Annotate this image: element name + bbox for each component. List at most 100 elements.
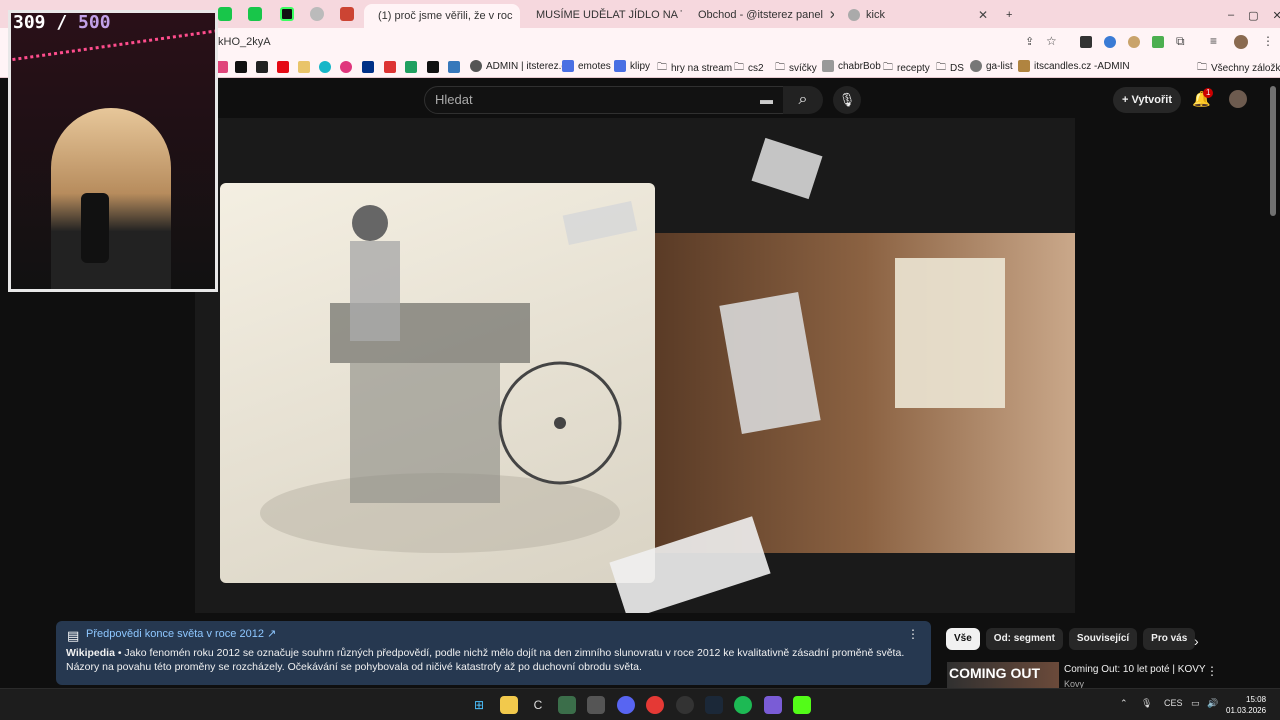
network-icon[interactable]: ▭ (1191, 698, 1200, 709)
bookmark-label: cs2 (748, 63, 764, 74)
printing-press-engraving (220, 183, 655, 583)
bookmark-icon[interactable] (319, 61, 331, 73)
paypal-icon[interactable] (362, 61, 374, 73)
profile-avatar[interactable] (1234, 35, 1248, 49)
tab-obchod[interactable]: Obchod - @itsterez panel ✕ (684, 4, 834, 26)
bookmark-folder[interactable]: 🗀 cs2 (734, 60, 764, 77)
video-title[interactable]: Coming Out: 10 let poté | KOVY (1064, 664, 1206, 675)
video-player[interactable] (195, 118, 1075, 613)
kick-icon[interactable] (793, 696, 811, 714)
extension-icon[interactable] (1128, 36, 1140, 48)
tab-title: MUSÍME UDĚLAT JÍDLO NA TÝD (536, 9, 682, 21)
url-field[interactable]: kHO_2kyA (210, 30, 1070, 54)
tab-youtube-active[interactable]: (1) proč jsme věřili, že v roc ✕ (364, 4, 520, 28)
maximize-icon[interactable]: ▢ (1248, 9, 1258, 22)
menu-icon[interactable]: ⋮ (1262, 34, 1274, 48)
pinned-tab-icon[interactable] (218, 7, 232, 21)
discord-icon[interactable] (617, 696, 635, 714)
chevron-up-icon[interactable]: ⌃ (1120, 698, 1128, 709)
x-icon[interactable] (235, 61, 247, 73)
app-icon[interactable] (764, 696, 782, 714)
goal-current: 309 (13, 12, 46, 33)
bookmark-item[interactable]: itscandles.cz -ADMIN (1018, 60, 1130, 72)
chip-from-segment[interactable]: Od: segment (985, 628, 1063, 650)
folder-icon: 🗀 (1197, 62, 1207, 73)
bookmark-icon[interactable] (340, 61, 352, 73)
bookmark-icon[interactable] (384, 61, 396, 73)
pinned-tab-icon[interactable] (340, 7, 354, 21)
notification-badge: 1 (1203, 88, 1214, 98)
bookmark-icon[interactable] (427, 61, 439, 73)
bookmark-item[interactable]: emotes (562, 60, 611, 72)
bookmark-icon (970, 60, 982, 72)
create-label: Vytvořit (1131, 94, 1173, 106)
bookmark-folder[interactable]: 🗀 hry na stream (657, 60, 732, 77)
all-bookmarks[interactable]: 🗀 Všechny záložky (1197, 60, 1280, 77)
microphone-icon[interactable]: 🎙 (1141, 698, 1152, 709)
obs-icon[interactable] (676, 696, 694, 714)
close-window-icon[interactable]: ✕ (1273, 9, 1280, 22)
close-icon[interactable]: ✕ (978, 8, 988, 22)
chip-for-you[interactable]: Pro vás (1143, 628, 1196, 650)
netflix-icon[interactable] (277, 61, 289, 73)
account-avatar[interactable] (1229, 90, 1247, 108)
more-options-icon[interactable]: ⋮ (1206, 664, 1218, 678)
app-icon[interactable] (558, 696, 576, 714)
windows-start-icon[interactable]: ⊞ (470, 696, 488, 714)
search-input[interactable]: Hledat ▬ (424, 86, 784, 114)
bookmark-item[interactable]: klipy (614, 60, 650, 72)
info-description: • Jako fenomén roku 2012 se označuje sou… (66, 647, 905, 673)
system-clock[interactable]: 15:08 01.03.2026 (1226, 694, 1266, 716)
install-icon[interactable]: ⇪ (1025, 35, 1034, 48)
app-icon[interactable] (587, 696, 605, 714)
bookmark-icon[interactable] (256, 61, 268, 73)
bookmark-label: itscandles.cz -ADMIN (1034, 60, 1130, 72)
bookmark-folder[interactable]: 🗀 recepty (883, 60, 930, 77)
spotify-icon[interactable] (734, 696, 752, 714)
scrollbar[interactable] (1270, 86, 1276, 216)
bookmark-item[interactable]: ga-list (970, 60, 1013, 72)
close-icon[interactable]: ✕ (829, 8, 834, 22)
create-button[interactable]: + Vytvořit (1113, 87, 1181, 113)
app-icon[interactable]: C (529, 696, 547, 714)
minimize-icon[interactable]: – (1228, 9, 1234, 21)
bookmark-folder[interactable]: 🗀 svíčky (775, 60, 817, 77)
search-button[interactable]: ⌕ (783, 86, 823, 114)
chip-related[interactable]: Související (1068, 628, 1138, 650)
pinned-tab-icon[interactable] (310, 7, 324, 21)
info-panel-link[interactable]: Předpovědi konce světa v roce 2012 ↗ (86, 627, 921, 640)
new-tab-button[interactable]: + (998, 4, 1020, 26)
bookmark-label: svíčky (789, 63, 817, 74)
tab-title: (1) proč jsme věřili, že v roc (378, 10, 513, 22)
chip-all[interactable]: Vše (946, 628, 980, 650)
file-explorer-icon[interactable] (500, 696, 518, 714)
windows-taskbar: ⊞ C ⌃ 🎙 CES ▭ 🔊 15:08 01.03.2026 (0, 688, 1280, 720)
reading-list-icon[interactable]: ≡ (1210, 34, 1217, 48)
bookmark-icon[interactable] (298, 61, 310, 73)
extension-icon[interactable] (1152, 36, 1164, 48)
bookmark-folder[interactable]: 🗀 DS (936, 60, 964, 77)
chevron-right-icon[interactable]: › (1194, 633, 1199, 649)
pinned-tab-kick-icon[interactable] (280, 7, 294, 21)
voice-search-button[interactable]: 🎙 (833, 86, 861, 114)
video-thumbnail[interactable]: COMING OUT (947, 662, 1059, 688)
volume-icon[interactable]: 🔊 (1207, 698, 1218, 709)
bookmark-item[interactable]: chabrBob (822, 60, 881, 72)
bookmark-icon[interactable] (448, 61, 460, 73)
close-icon[interactable]: ✕ (518, 9, 520, 23)
tab-youtube-2[interactable]: MUSÍME UDĚLAT JÍDLO NA TÝD ✕ (522, 4, 682, 26)
extension-icon[interactable] (1104, 36, 1116, 48)
extension-icon[interactable] (1080, 36, 1092, 48)
puzzle-icon[interactable]: ⧉ (1176, 34, 1185, 49)
pinned-tab-icon[interactable] (248, 7, 262, 21)
language-indicator[interactable]: CES (1164, 698, 1183, 708)
printing-press-illustration (260, 205, 622, 553)
steam-icon[interactable] (705, 696, 723, 714)
bookmark-icon[interactable] (405, 61, 417, 73)
bookmark-item[interactable]: ADMIN | itsterez.cz (470, 60, 571, 72)
chrome-icon[interactable] (646, 696, 664, 714)
more-options-icon[interactable]: ⋮ (907, 627, 919, 641)
tab-kick[interactable]: kick ✕ (840, 4, 996, 26)
star-icon[interactable]: ☆ (1046, 34, 1057, 48)
keyboard-icon[interactable]: ▬ (760, 87, 773, 113)
